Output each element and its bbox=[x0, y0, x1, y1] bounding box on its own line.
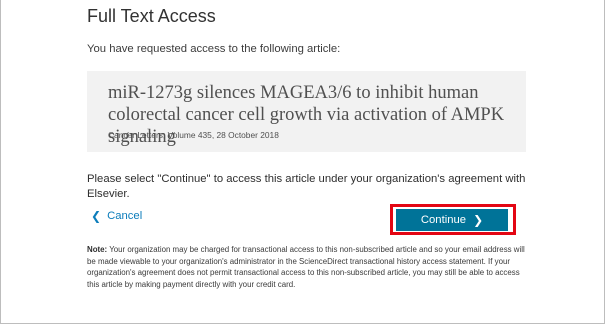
chevron-left-icon: ❮ bbox=[91, 209, 102, 223]
page-title: Full Text Access bbox=[87, 6, 216, 26]
article-source: Cancer Letters, Volume 435, 28 October 2… bbox=[108, 130, 279, 140]
note-label: Note: bbox=[87, 245, 108, 254]
chevron-right-icon: ❯ bbox=[473, 213, 484, 227]
continue-label: Continue bbox=[420, 214, 467, 226]
cancel-link[interactable]: ❮ Cancel bbox=[91, 210, 142, 222]
intro-text: You have requested access to the followi… bbox=[87, 43, 341, 55]
note-body: Your organization may be charged for tra… bbox=[87, 245, 525, 289]
note-text: Note: Your organization may be charged f… bbox=[87, 244, 532, 290]
instruction-text: Please select "Continue" to access this … bbox=[87, 173, 526, 200]
cancel-label: Cancel bbox=[107, 210, 143, 222]
continue-button[interactable]: Continue ❯ bbox=[396, 209, 508, 231]
article-card: miR-1273g silences MAGEA3/6 to inhibit h… bbox=[87, 71, 526, 152]
